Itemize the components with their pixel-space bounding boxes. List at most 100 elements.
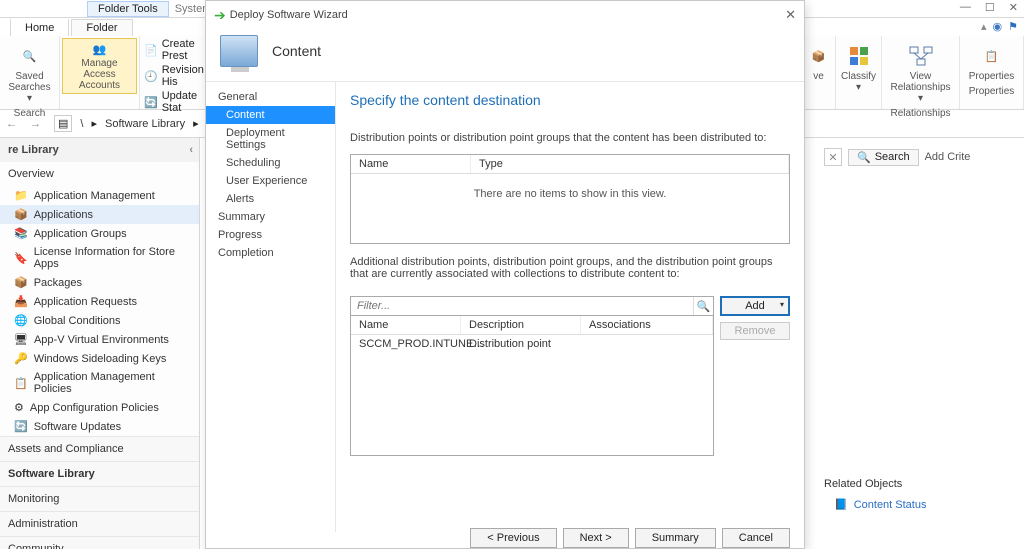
wizard-titlebar: ➔ Deploy Software Wizard ✕ bbox=[206, 1, 804, 29]
col-name[interactable]: Name bbox=[351, 155, 471, 173]
globe-icon: 🌐 bbox=[14, 314, 28, 327]
crumb-root[interactable]: \ bbox=[80, 118, 83, 130]
wizard-desc2: Additional distribution points, distribu… bbox=[350, 256, 790, 280]
folder-tools-tab[interactable]: Folder Tools bbox=[87, 1, 169, 17]
dropdown-icon[interactable]: ▴ bbox=[981, 20, 987, 33]
nav-cat-software-library[interactable]: Software Library bbox=[0, 461, 199, 486]
filter-input[interactable] bbox=[351, 297, 693, 315]
refresh-icon: 🔄 bbox=[144, 94, 158, 110]
key-icon: 🔑 bbox=[14, 352, 28, 365]
wiznav-content[interactable]: Content bbox=[206, 106, 335, 124]
search-icon: 🔍 bbox=[857, 151, 871, 164]
col-type[interactable]: Type bbox=[471, 155, 789, 173]
view-relationships-button[interactable]: View Relationships ▾ bbox=[886, 40, 954, 106]
dp-row[interactable]: SCCM_PROD.INTUNE… Distribution point bbox=[351, 335, 713, 353]
additional-dp-table[interactable]: Name Description Associations SCCM_PROD.… bbox=[350, 316, 714, 456]
crumb-library[interactable]: Software Library bbox=[105, 118, 185, 130]
nav-app-config-policies[interactable]: ⚙App Configuration Policies bbox=[0, 398, 199, 417]
dpcol-name[interactable]: Name bbox=[351, 316, 461, 334]
collapse-icon[interactable]: ‹ bbox=[189, 144, 193, 156]
classify-icon bbox=[845, 42, 873, 70]
add-button[interactable]: Add bbox=[720, 296, 790, 316]
virtual-icon: 🖥 bbox=[14, 333, 28, 346]
next-button[interactable]: Next > bbox=[563, 528, 629, 548]
nav-applications[interactable]: 📦Applications bbox=[0, 205, 199, 224]
wizard-nav: General Content Deployment Settings Sche… bbox=[206, 82, 336, 532]
request-icon: 📥 bbox=[14, 295, 28, 308]
maximize-icon[interactable]: ☐ bbox=[985, 1, 995, 14]
manage-access-accounts-button[interactable]: 👥 Manage Access Accounts bbox=[62, 38, 137, 94]
nav-app-management[interactable]: 📁Application Management bbox=[0, 186, 199, 205]
create-prestaged-button[interactable]: 📄Create Prest bbox=[144, 38, 206, 62]
dp-row-desc: Distribution point bbox=[461, 335, 581, 353]
wiznav-alerts[interactable]: Alerts bbox=[206, 190, 335, 208]
accounts-icon: 👥 bbox=[86, 41, 114, 57]
wizard-header-icon bbox=[220, 35, 258, 67]
tab-home[interactable]: Home bbox=[10, 18, 69, 36]
wiznav-general[interactable]: General bbox=[206, 88, 335, 106]
nav-cat-monitoring[interactable]: Monitoring bbox=[0, 486, 199, 511]
nav-global-conditions[interactable]: 🌐Global Conditions bbox=[0, 311, 199, 330]
nav-back-icon[interactable]: ← bbox=[6, 118, 22, 130]
close-icon[interactable]: ✕ bbox=[1009, 1, 1018, 14]
properties-button[interactable]: 📋 Properties bbox=[965, 40, 1019, 84]
nav-cat-assets[interactable]: Assets and Compliance bbox=[0, 436, 199, 461]
file-icon: 📄 bbox=[144, 42, 158, 58]
remove-button: Remove bbox=[720, 322, 790, 340]
right-column: ✕ 🔍Search Add Crite Related Objects 📘Con… bbox=[824, 148, 1024, 549]
search-icon: 🔍 bbox=[16, 42, 44, 70]
flag-icon[interactable]: ⚑ bbox=[1008, 20, 1018, 33]
properties-icon: 📋 bbox=[978, 42, 1006, 70]
move-icon: 📦 bbox=[805, 42, 833, 70]
nav-sideloading[interactable]: 🔑Windows Sideloading Keys bbox=[0, 349, 199, 368]
summary-button[interactable]: Summary bbox=[635, 528, 716, 548]
ve-button[interactable]: 📦 ve bbox=[801, 40, 837, 84]
nav-fwd-icon[interactable]: → bbox=[30, 118, 46, 130]
nav-packages[interactable]: 📦Packages bbox=[0, 273, 199, 292]
wiznav-completion[interactable]: Completion bbox=[206, 244, 335, 262]
previous-button[interactable]: < Previous bbox=[470, 528, 556, 548]
nav-cat-administration[interactable]: Administration bbox=[0, 511, 199, 536]
saved-searches-button[interactable]: 🔍 Saved Searches ▾ bbox=[4, 40, 54, 106]
help-icon[interactable]: ◉ bbox=[993, 20, 1003, 33]
relationships-icon bbox=[907, 42, 935, 70]
nav-app-groups[interactable]: 📚Application Groups bbox=[0, 224, 199, 243]
nav-overview[interactable]: Overview bbox=[0, 162, 199, 186]
policy-icon: 📋 bbox=[14, 377, 28, 390]
wiznav-scheduling[interactable]: Scheduling bbox=[206, 154, 335, 172]
dp-row-name: SCCM_PROD.INTUNE… bbox=[351, 335, 461, 353]
search-button[interactable]: 🔍Search bbox=[848, 149, 919, 166]
dpcol-assoc[interactable]: Associations bbox=[581, 316, 713, 334]
classify-button[interactable]: Classify ▾ bbox=[837, 40, 880, 95]
wiznav-deployment-settings[interactable]: Deployment Settings bbox=[206, 124, 335, 154]
dpcol-desc[interactable]: Description bbox=[461, 316, 581, 334]
wiznav-progress[interactable]: Progress bbox=[206, 226, 335, 244]
related-content-status[interactable]: 📘Content Status bbox=[824, 498, 1004, 511]
revision-history-button[interactable]: 🕘Revision His bbox=[144, 64, 206, 88]
app-icon: 📦 bbox=[14, 208, 28, 221]
distributed-list[interactable]: Name Type There are no items to show in … bbox=[350, 154, 790, 244]
clear-search-icon[interactable]: ✕ bbox=[824, 148, 842, 166]
cancel-button[interactable]: Cancel bbox=[722, 528, 790, 548]
wizard-arrow-icon: ➔ bbox=[214, 7, 226, 24]
content-icon: 📘 bbox=[834, 498, 848, 511]
nav-appv[interactable]: 🖥App-V Virtual Environments bbox=[0, 330, 199, 349]
list-empty-text: There are no items to show in this view. bbox=[351, 174, 789, 214]
nav-license-info[interactable]: 🔖License Information for Store Apps bbox=[0, 243, 199, 273]
minimize-icon[interactable]: — bbox=[960, 1, 971, 14]
nav-app-mgmt-policies[interactable]: 📋Application Management Policies bbox=[0, 368, 199, 398]
wiznav-user-experience[interactable]: User Experience bbox=[206, 172, 335, 190]
wizard-step-header: Content bbox=[272, 43, 321, 59]
wizard-close-icon[interactable]: ✕ bbox=[785, 7, 796, 23]
add-criteria-link[interactable]: Add Crite bbox=[925, 151, 971, 163]
ribbon-group-properties: Properties bbox=[969, 86, 1015, 97]
filter-search-icon[interactable]: 🔍 bbox=[693, 297, 713, 315]
wizard-heading: Specify the content destination bbox=[350, 92, 790, 108]
nav-app-requests[interactable]: 📥Application Requests bbox=[0, 292, 199, 311]
wiznav-summary[interactable]: Summary bbox=[206, 208, 335, 226]
nav-up-icon[interactable]: ▤ bbox=[54, 115, 72, 132]
wizard-title: Deploy Software Wizard bbox=[230, 9, 348, 21]
tab-folder[interactable]: Folder bbox=[71, 19, 132, 36]
nav-cat-community[interactable]: Community bbox=[0, 536, 199, 549]
nav-software-updates[interactable]: 🔄Software Updates bbox=[0, 417, 199, 436]
